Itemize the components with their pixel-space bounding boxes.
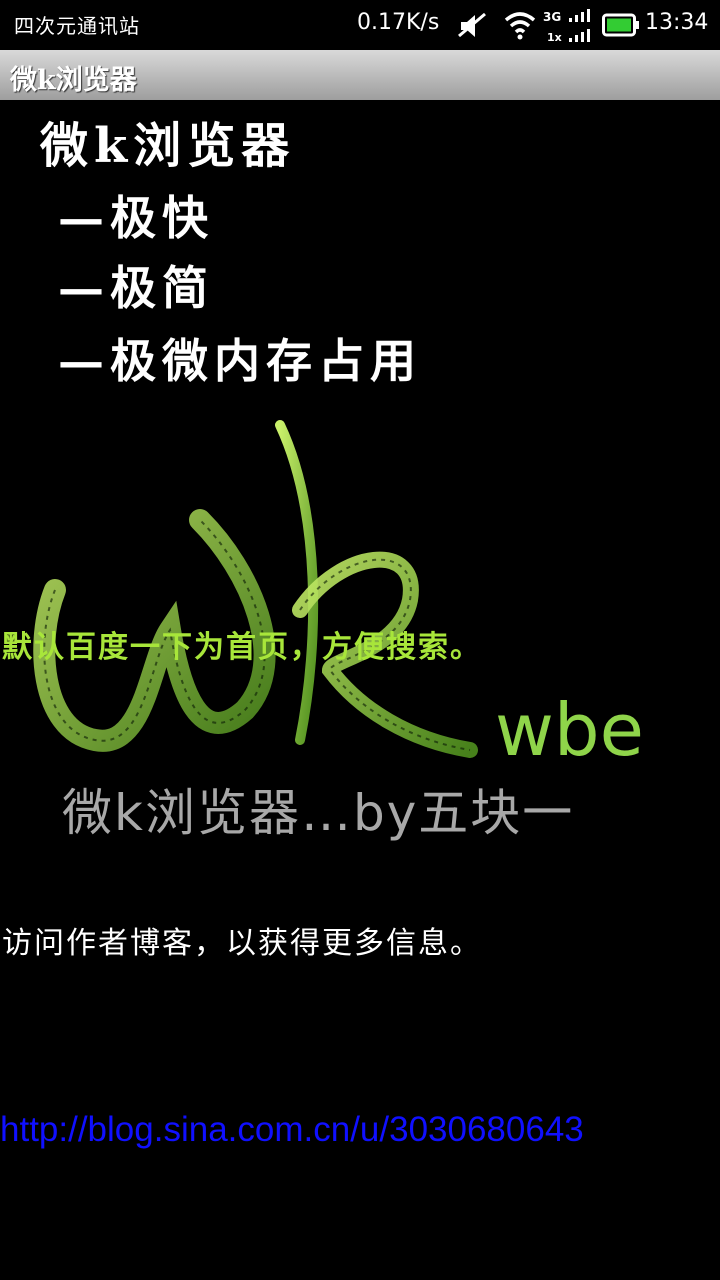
app-title: 微k浏览器: [10, 65, 137, 96]
signal-icon: 3G 1x: [543, 8, 595, 48]
carrier-name: 四次元通讯站: [14, 14, 140, 38]
network-type-1x: 1x: [547, 31, 562, 44]
logo-caption: 微k浏览器…by五块一: [62, 784, 574, 842]
feature-low-memory: —极微内存占用: [58, 334, 422, 388]
battery-icon: [602, 12, 640, 42]
wifi-icon: [503, 10, 537, 44]
status-bar: 四次元通讯站 0.17K/s 3G 1x 13:34: [0, 0, 720, 50]
splash-heading: 微k浏览器: [40, 118, 296, 174]
app-title-bar: 微k浏览器: [0, 50, 720, 100]
clock: 13:34: [645, 10, 709, 35]
splash-content: 微k浏览器 —极快 —极简 —极微内存占用 wbe 微k浏览器…by五块一 默认…: [0, 100, 720, 1280]
network-type-3g: 3G: [543, 10, 561, 24]
feature-simple: —极简: [58, 261, 214, 315]
author-blog-link[interactable]: http://blog.sina.com.cn/u/3030680643: [0, 1110, 584, 1150]
network-speed: 0.17K/s: [357, 10, 440, 35]
homepage-hint: 默认百度一下为首页，方便搜索。: [2, 630, 482, 665]
feature-fast: —极快: [58, 191, 214, 245]
mute-icon: [455, 10, 489, 44]
logo-wbe-text: wbe: [495, 688, 644, 772]
visit-blog-hint: 访问作者博客，以获得更多信息。: [2, 926, 482, 961]
